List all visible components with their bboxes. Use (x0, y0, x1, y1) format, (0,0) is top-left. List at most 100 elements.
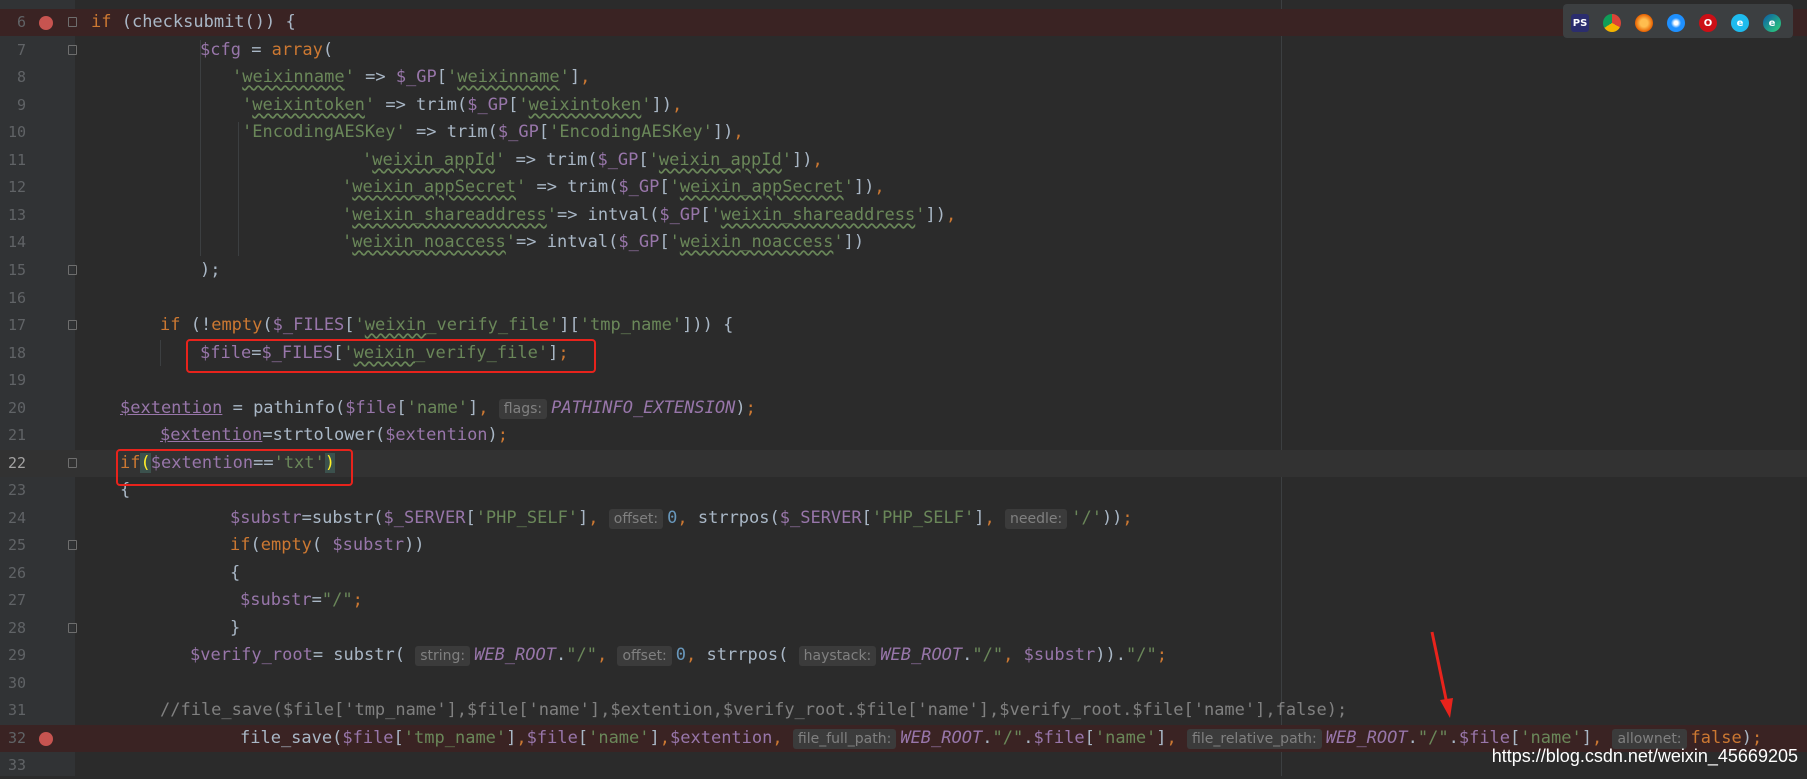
line-number: 7 (16, 41, 26, 59)
line-number: 32 (7, 729, 26, 747)
code-line-12: 12 'weixin_appSecret' => trim($_GP['weix… (0, 174, 1807, 201)
line-number: 30 (7, 674, 26, 692)
code-text: 'weixin_noaccess'=> intval($_GP['weixin_… (342, 232, 865, 252)
fold-icon[interactable] (68, 17, 77, 27)
line-number: 27 (7, 591, 26, 609)
code-text: 'EncodingAESKey' => trim($_GP['EncodingA… (242, 122, 744, 142)
code-text: 'weixinname' => $_GP['weixinname'], (232, 67, 591, 87)
code-line-25: 25 if(empty( $substr)) (0, 532, 1807, 559)
param-hint-haystack: haystack: (798, 646, 877, 666)
line-number: 23 (7, 481, 26, 499)
code-line-10: 10 'EncodingAESKey' => trim($_GP['Encodi… (0, 119, 1807, 146)
param-hint-needle: needle: (1005, 509, 1068, 529)
param-hint-file-full-path: file_full_path: (792, 729, 897, 749)
code-text: if (!empty($_FILES['weixin_verify_file']… (160, 315, 734, 335)
line-number: 33 (7, 756, 26, 774)
code-text: 'weixin_appId' => trim($_GP['weixin_appI… (362, 150, 823, 170)
code-text: $extention=strtolower($extention); (160, 425, 509, 445)
param-hint-file-relative-path: file_relative_path: (1187, 729, 1322, 749)
watermark-url: https://blog.csdn.net/weixin_45669205 (1491, 746, 1798, 766)
code-line-8: 8 'weixinname' => $_GP['weixinname'], (0, 64, 1807, 91)
opera-icon[interactable]: O (1699, 14, 1717, 32)
code-editor[interactable]: 6 if (checksubmit()) { 7 $cfg = array( 8… (0, 0, 1807, 776)
code-line-14: 14 'weixin_noaccess'=> intval($_GP['weix… (0, 229, 1807, 256)
code-line-21: 21 $extention=strtolower($extention); (0, 422, 1807, 449)
code-line-20: 20 $extention = pathinfo($file['name'], … (0, 395, 1807, 422)
breakpoint-icon[interactable] (39, 732, 53, 746)
code-line-27: 27 $substr="/"; (0, 587, 1807, 614)
fold-icon[interactable] (68, 623, 77, 633)
code-line-9: 9 'weixintoken' => trim($_GP['weixintoke… (0, 92, 1807, 119)
param-hint-offset: offset: (617, 646, 672, 666)
safari-icon[interactable] (1667, 14, 1685, 32)
code-line-11: 11 'weixin_appId' => trim($_GP['weixin_a… (0, 147, 1807, 174)
line-number: 28 (7, 619, 26, 637)
chrome-icon[interactable] (1603, 14, 1621, 32)
code-text: $cfg = array( (200, 40, 334, 60)
code-line-7: 7 $cfg = array( (0, 37, 1807, 64)
code-text: $substr=substr($_SERVER['PHP_SELF'], off… (230, 508, 1133, 529)
param-hint-offset: offset: (608, 509, 664, 529)
ie-icon[interactable]: e (1731, 14, 1749, 32)
line-number: 25 (7, 536, 26, 554)
fold-icon[interactable] (68, 265, 77, 275)
code-line-31: 31 //file_save($file['tmp_name'],$file['… (0, 697, 1807, 724)
line-number: 24 (7, 509, 26, 527)
annotation-arrow-icon (1430, 631, 1453, 718)
line-number: 8 (16, 68, 26, 86)
code-comment: //file_save($file['tmp_name'],$file['nam… (160, 700, 1348, 720)
line-number: 14 (7, 233, 26, 251)
code-text: if(empty( $substr)) (230, 535, 425, 555)
line-number: 12 (7, 178, 26, 196)
code-line-13: 13 'weixin_shareaddress'=> intval($_GP['… (0, 202, 1807, 229)
line-number: 31 (7, 701, 26, 719)
param-hint-flags: flags: (498, 399, 548, 419)
code-line-30: 30 (0, 670, 1807, 697)
line-number: 19 (7, 371, 26, 389)
annotation-box-extension-check (116, 449, 353, 486)
line-number: 17 (7, 316, 26, 334)
code-line-24: 24 $substr=substr($_SERVER['PHP_SELF'], … (0, 505, 1807, 532)
code-text: $verify_root= substr( string: WEB_ROOT."/… (190, 645, 1167, 666)
browser-preview-bar: PS O e e (1563, 4, 1793, 38)
fold-icon[interactable] (68, 540, 77, 550)
code-text: $substr="/"; (240, 590, 363, 610)
code-line-15: 15 ); (0, 257, 1807, 284)
annotation-box-file-assign (186, 339, 596, 373)
code-text: 'weixin_appSecret' => trim($_GP['weixin_… (342, 177, 885, 197)
line-number: 6 (16, 13, 26, 31)
line-number: 10 (7, 123, 26, 141)
fold-icon[interactable] (68, 320, 77, 330)
code-text: if (checksubmit()) { (91, 12, 296, 32)
param-hint-string: string: (415, 646, 471, 666)
code-line-26: 26 { (0, 560, 1807, 587)
code-text: { (230, 563, 241, 583)
line-number: 21 (7, 426, 26, 444)
code-text: ); (200, 260, 221, 280)
breakpoint-icon[interactable] (39, 16, 53, 30)
line-number: 15 (7, 261, 26, 279)
firefox-icon[interactable] (1635, 14, 1653, 32)
code-text: $extention = pathinfo($file['name'], fla… (120, 398, 756, 419)
line-number: 16 (7, 289, 26, 307)
code-line-6: 6 if (checksubmit()) { (0, 9, 1807, 37)
code-text: } (230, 618, 241, 638)
phpstorm-icon[interactable]: PS (1571, 14, 1589, 32)
code-line-29: 29 $verify_root= substr( string: WEB_ROOT… (0, 642, 1807, 669)
line-number: 18 (7, 344, 26, 362)
fold-icon[interactable] (68, 458, 77, 468)
line-number: 13 (7, 206, 26, 224)
code-text: 'weixin_shareaddress'=> intval($_GP['wei… (342, 205, 957, 225)
line-number: 20 (7, 399, 26, 417)
line-number: 9 (16, 96, 26, 114)
code-text: 'weixintoken' => trim($_GP['weixintoken'… (242, 95, 683, 115)
code-line-16: 16 (0, 285, 1807, 312)
code-line-17: 17 if (!empty($_FILES['weixin_verify_fil… (0, 312, 1807, 339)
line-number: 22 (7, 454, 26, 472)
edge-icon[interactable]: e (1763, 14, 1781, 32)
line-number: 26 (7, 564, 26, 582)
fold-icon[interactable] (68, 45, 77, 55)
line-number: 29 (7, 646, 26, 664)
code-line-28: 28 } (0, 615, 1807, 642)
line-number: 11 (7, 151, 26, 169)
